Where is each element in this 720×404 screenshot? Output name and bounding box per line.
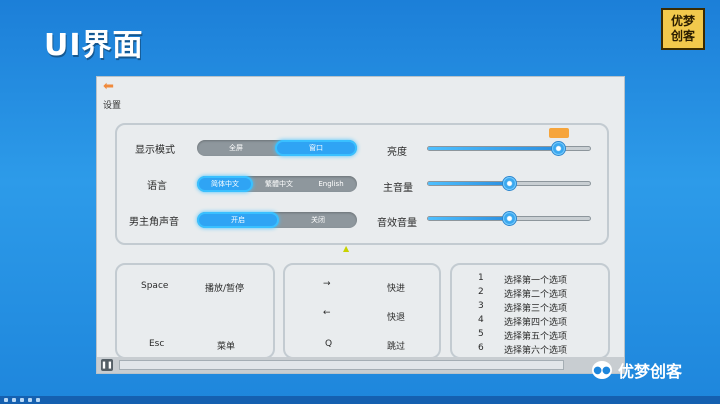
choice-text: 选择第三个选项: [504, 304, 568, 314]
master-volume-slider[interactable]: [427, 176, 591, 191]
watermark: ●● 优梦创客: [592, 358, 682, 382]
logo-line-2: 创客: [670, 29, 695, 43]
settings-main-panel: 显示模式 全屏 窗口 语言 简体中文 繁體中文 English 男主角声音 开启…: [115, 123, 609, 245]
choice-text: 选择第四个选项: [504, 318, 568, 328]
taskbar-icon[interactable]: [28, 398, 32, 402]
choice-text: 选择第二个选项: [504, 290, 568, 300]
choice-text: 选择第五个选项: [504, 332, 568, 342]
progress-track[interactable]: [119, 360, 564, 370]
sfx-volume-label: 音效音量: [377, 218, 417, 229]
key-q: Q: [325, 339, 333, 349]
choice-number: 2: [478, 287, 484, 297]
key-space: Space: [141, 281, 169, 291]
master-volume-label: 主音量: [383, 183, 413, 194]
voice-toggle: 开启 关闭: [197, 212, 357, 228]
brightness-slider-knob[interactable]: [548, 128, 569, 156]
wechat-icon: ●●: [592, 361, 612, 379]
sfx-volume-slider[interactable]: [427, 211, 591, 226]
key-right-action: 快进: [387, 284, 406, 294]
player-bar: ❚❚: [97, 357, 624, 373]
key-space-action: 播放/暂停: [205, 284, 245, 294]
master-volume-slider-knob[interactable]: [502, 176, 517, 191]
voice-option-on[interactable]: 开启: [197, 212, 279, 228]
watermark-text: 优梦创客: [618, 362, 683, 381]
key-q-action: 跳过: [387, 342, 406, 352]
brightness-slider[interactable]: [427, 128, 591, 156]
taskbar-icon[interactable]: [4, 398, 8, 402]
choice-number: 5: [478, 329, 484, 339]
slide-title: UI界面: [44, 28, 144, 63]
brightness-slider-fill: [428, 147, 558, 150]
choices-panel: 1 选择第一个选项 2 选择第二个选项 3 选择第三个选项 4 选择第四个选项 5 选择第五个选项…: [450, 263, 610, 359]
key-left-action: 快退: [387, 313, 406, 323]
language-option-traditional[interactable]: 繁體中文: [253, 176, 305, 192]
voice-label: 男主角声音: [129, 217, 179, 228]
key-right-arrow: →: [323, 279, 331, 289]
taskbar-icon[interactable]: [36, 398, 40, 402]
language-option-english[interactable]: English: [305, 176, 357, 192]
display-option-window[interactable]: 窗口: [275, 140, 357, 156]
language-selector: 简体中文 繁體中文 English: [197, 176, 357, 192]
pause-icon[interactable]: ❚❚: [101, 359, 113, 371]
back-arrow-icon[interactable]: ⬅: [103, 80, 117, 93]
taskbar-icon[interactable]: [12, 398, 16, 402]
key-left-arrow: ←: [323, 308, 331, 318]
display-mode-label: 显示模式: [135, 145, 175, 156]
key-esc: Esc: [149, 339, 165, 349]
brand-logo: 优梦 创客: [661, 8, 705, 50]
logo-line-1: 优梦: [670, 14, 695, 28]
master-volume-slider-fill: [428, 182, 509, 185]
choice-number: 1: [478, 273, 484, 283]
mouse-cursor-icon: ▲: [343, 244, 350, 253]
brightness-tooltip: [548, 128, 569, 138]
settings-title: 设置: [103, 101, 122, 111]
arrows-panel: → 快进 ← 快退 Q 跳过: [283, 263, 441, 359]
language-option-simplified[interactable]: 简体中文: [197, 176, 253, 192]
choice-text: 选择第六个选项: [504, 346, 568, 356]
key-esc-action: 菜单: [217, 342, 236, 352]
display-mode-toggle: 全屏 窗口: [197, 140, 357, 156]
language-label: 语言: [147, 181, 167, 192]
voice-option-off[interactable]: 关闭: [279, 212, 357, 228]
choice-number: 4: [478, 315, 484, 325]
choice-number: 3: [478, 301, 484, 311]
brightness-label: 亮度: [387, 147, 407, 158]
keys-panel: Space 播放/暂停 Esc 菜单: [115, 263, 275, 359]
sfx-volume-slider-fill: [428, 217, 509, 220]
choice-text: 选择第一个选项: [504, 276, 568, 286]
taskbar-icon[interactable]: [20, 398, 24, 402]
display-option-fullscreen[interactable]: 全屏: [197, 140, 275, 156]
taskbar: [0, 396, 720, 404]
choice-number: 6: [478, 343, 484, 353]
sfx-volume-slider-knob[interactable]: [502, 211, 517, 226]
settings-screen: ⬅ 设置 显示模式 全屏 窗口 语言 简体中文 繁體中文 English 男主角…: [96, 76, 625, 374]
